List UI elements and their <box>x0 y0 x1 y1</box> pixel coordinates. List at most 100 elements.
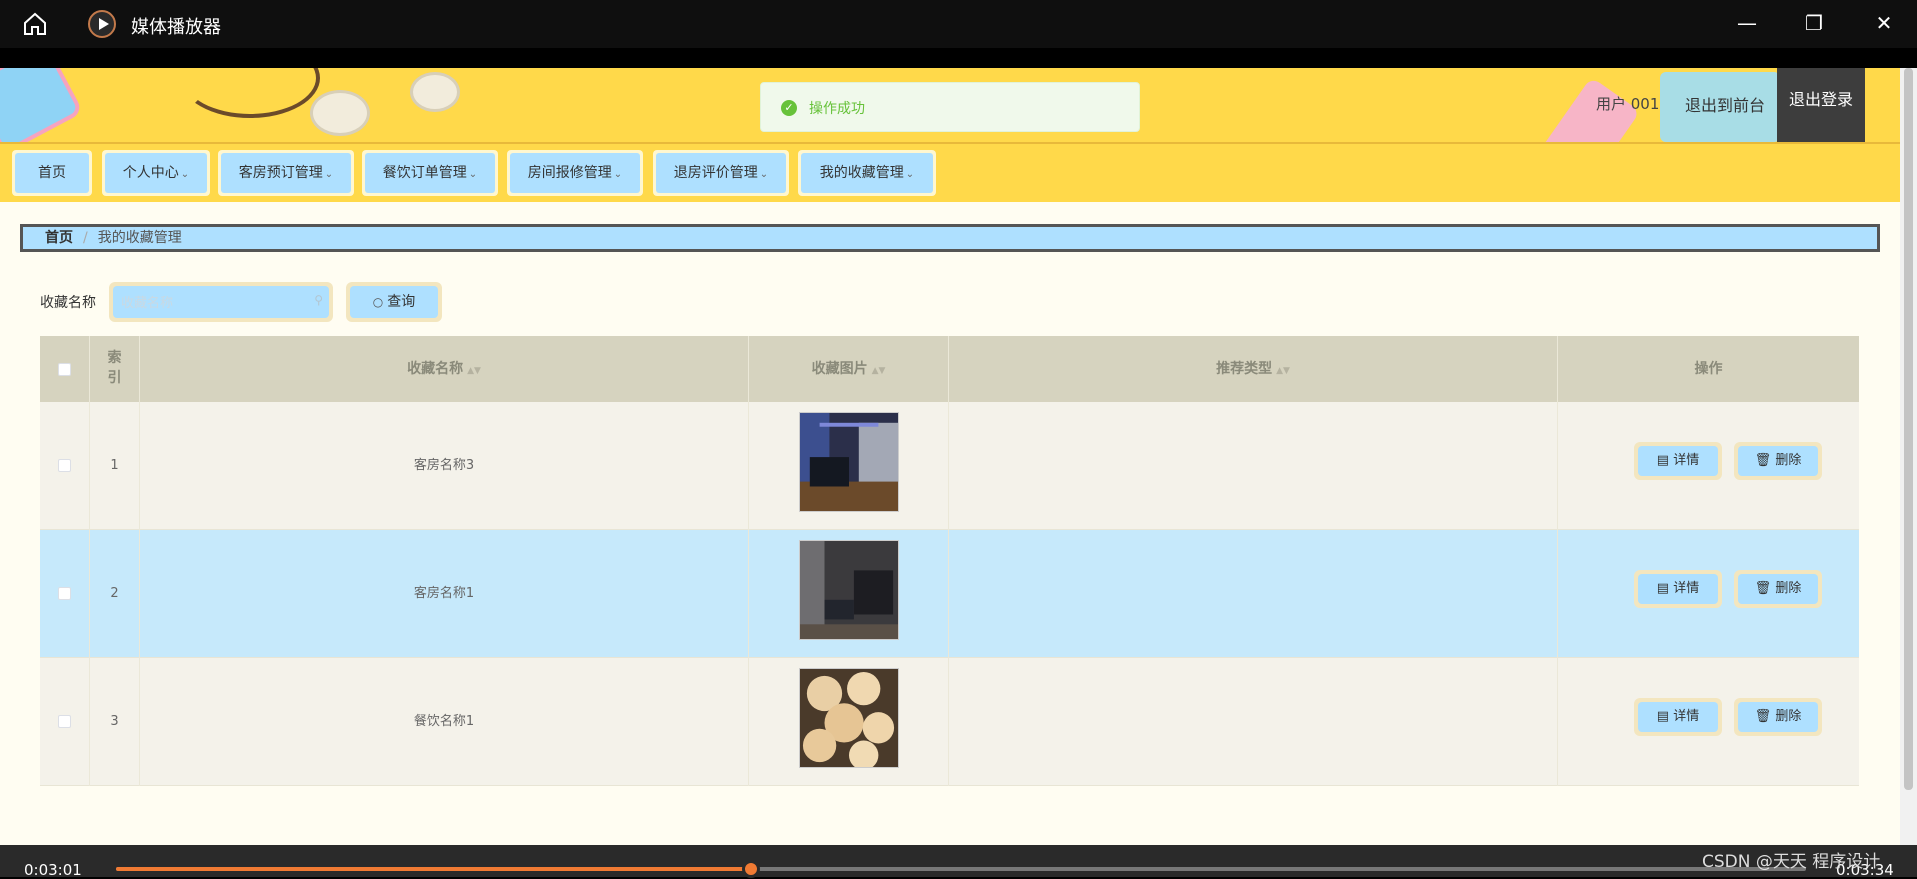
row-index: 2 <box>90 530 140 658</box>
header-banner: ✓ 操作成功 用户 001 退出到前台 退出登录 <box>0 68 1900 142</box>
search-icon: ○ <box>372 295 384 309</box>
document-icon: ▤ <box>1656 453 1674 468</box>
seek-handle[interactable] <box>742 860 761 878</box>
table-header: 索引 收藏名称 ▲▼ 收藏图片 ▲▼ 推荐类型 ▲▼ 操作 <box>40 336 1859 402</box>
nav-item-label: 餐饮订单管理 <box>382 165 467 181</box>
trash-icon: 🗑 <box>1754 453 1776 468</box>
query-button[interactable]: ○ 查询 <box>346 282 442 322</box>
seek-bar[interactable] <box>116 860 1806 878</box>
home-icon[interactable] <box>22 11 48 37</box>
trash-icon: 🗑 <box>1754 581 1776 596</box>
watermark: CSDN @天天 程序设计 <box>1702 852 1881 872</box>
breadcrumb-home[interactable]: 首页 <box>45 230 73 246</box>
nav-item-label: 首页 <box>38 165 66 181</box>
media-player-icon <box>88 10 116 38</box>
row-name: 客房名称1 <box>140 530 749 658</box>
banner-decoration <box>180 68 320 118</box>
table-row: 1 客房名称3 ▤ 详情 🗑 删除 <box>40 402 1859 530</box>
chevron-down-icon: ⌄ <box>613 169 623 180</box>
delete-button[interactable]: 🗑 删除 <box>1734 698 1822 736</box>
nav-item-label: 我的收藏管理 <box>819 165 904 181</box>
close-icon[interactable]: ✕ <box>1871 10 1897 36</box>
row-type <box>949 658 1558 786</box>
delete-button-label: 删除 <box>1775 709 1802 724</box>
chevron-down-icon: ⌄ <box>468 169 478 180</box>
detail-button-label: 详情 <box>1673 581 1700 596</box>
minimize-icon[interactable]: — <box>1734 10 1760 36</box>
header-image[interactable]: 收藏图片 ▲▼ <box>749 336 949 402</box>
delete-button[interactable]: 🗑 删除 <box>1734 570 1822 608</box>
search-icon: ⚲ <box>314 293 323 307</box>
front-link[interactable]: 退出到前台 <box>1685 92 1765 116</box>
row-checkbox[interactable] <box>58 587 71 600</box>
sort-icon: ▲▼ <box>871 366 886 376</box>
main-nav: 首页 个人中心 ⌄ 客房预订管理 ⌄ 餐饮订单管理 ⌄ 房间报修管理 ⌄ 退房评价管理 ⌄… <box>0 142 1900 202</box>
web-page: ✓ 操作成功 用户 001 退出到前台 退出登录 首页 个人中心 ⌄ 客房预订管理… <box>0 68 1917 845</box>
food-photo <box>799 668 899 768</box>
seek-progress <box>116 867 752 871</box>
breadcrumb-current: 我的收藏管理 <box>97 230 182 246</box>
document-icon: ▤ <box>1656 581 1674 596</box>
nav-item-room-booking[interactable]: 客房预订管理 ⌄ <box>218 150 354 196</box>
room-photo <box>799 540 899 640</box>
chevron-down-icon: ⌄ <box>324 169 334 180</box>
detail-button-label: 详情 <box>1673 709 1700 724</box>
nav-item-room-repair[interactable]: 房间报修管理 ⌄ <box>507 150 643 196</box>
nav-item-checkout-review[interactable]: 退房评价管理 ⌄ <box>653 150 789 196</box>
header-index: 索引 <box>90 336 140 402</box>
banner-decoration <box>410 72 460 112</box>
row-image-cell <box>749 402 949 530</box>
sort-icon: ▲▼ <box>467 366 481 376</box>
header-name[interactable]: 收藏名称 ▲▼ <box>140 336 749 402</box>
nav-item-home[interactable]: 首页 <box>12 150 92 196</box>
success-toast: ✓ 操作成功 <box>760 82 1140 132</box>
document-icon: ▤ <box>1656 709 1674 724</box>
nav-item-my-favorites[interactable]: 我的收藏管理 ⌄ <box>798 150 936 196</box>
row-select-cell <box>40 530 90 658</box>
banner-decoration <box>0 68 84 142</box>
nav-item-label: 退房评价管理 <box>673 165 758 181</box>
select-all-checkbox[interactable] <box>58 362 71 376</box>
delete-button-label: 删除 <box>1775 453 1802 468</box>
logout-button[interactable]: 退出登录 <box>1777 68 1865 142</box>
header-actions: 操作 <box>1558 336 1859 402</box>
row-select-cell <box>40 402 90 530</box>
row-index: 1 <box>90 402 140 530</box>
query-button-label: 查询 <box>387 294 416 310</box>
breadcrumb: 首页 / 我的收藏管理 <box>20 224 1880 252</box>
header-index-label: 索引 <box>107 350 122 386</box>
row-name: 客房名称3 <box>140 402 749 530</box>
banner-decoration <box>310 90 370 136</box>
search-input[interactable] <box>113 286 329 318</box>
detail-button[interactable]: ▤ 详情 <box>1634 698 1722 736</box>
nav-item-personal-center[interactable]: 个人中心 ⌄ <box>102 150 210 196</box>
delete-button[interactable]: 🗑 删除 <box>1734 442 1822 480</box>
row-select-cell <box>40 658 90 786</box>
table-row: 3 餐饮名称1 ▤ 详情 🗑 删除 <box>40 658 1859 786</box>
row-actions: ▤ 详情 🗑 删除 <box>1558 402 1859 530</box>
table-row: 2 客房名称1 ▤ 详情 🗑 删除 <box>40 530 1859 658</box>
detail-button-label: 详情 <box>1673 453 1700 468</box>
search-label: 收藏名称 <box>40 295 96 311</box>
detail-button[interactable]: ▤ 详情 <box>1634 442 1722 480</box>
scrollbar-thumb[interactable] <box>1904 68 1913 790</box>
header-type[interactable]: 推荐类型 ▲▼ <box>949 336 1558 402</box>
nav-item-label: 个人中心 <box>122 165 179 181</box>
restore-icon[interactable]: ❐ <box>1801 10 1827 36</box>
delete-button-label: 删除 <box>1775 581 1802 596</box>
row-checkbox[interactable] <box>58 715 71 728</box>
row-checkbox[interactable] <box>58 459 71 472</box>
page-scrollbar[interactable] <box>1900 68 1917 845</box>
detail-button[interactable]: ▤ 详情 <box>1634 570 1722 608</box>
media-player-titlebar: 媒体播放器 — ❐ ✕ <box>0 0 1917 48</box>
chevron-down-icon: ⌄ <box>759 169 769 180</box>
search-field: ⚲ <box>109 282 333 322</box>
window-title: 媒体播放器 <box>131 17 221 38</box>
check-circle-icon: ✓ <box>781 100 797 116</box>
row-type <box>949 402 1558 530</box>
row-index: 3 <box>90 658 140 786</box>
breadcrumb-separator: / <box>83 230 88 246</box>
player-controls: 0:03:01 0:03:34 CSDN @天天 程序设计 <box>0 845 1917 879</box>
row-image-cell <box>749 530 949 658</box>
nav-item-dining-orders[interactable]: 餐饮订单管理 ⌄ <box>362 150 498 196</box>
